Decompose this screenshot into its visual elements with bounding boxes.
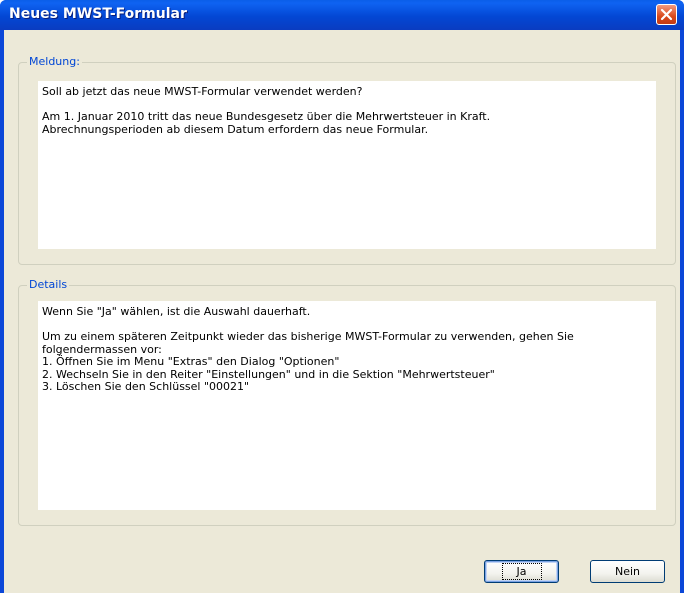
- details-group-legend: Details: [27, 278, 70, 292]
- dialog-client-area: Meldung: Soll ab jetzt das neue MWST-For…: [4, 30, 680, 593]
- close-icon: [660, 8, 673, 21]
- dialog-window: Neues MWST-Formular Meldung: Soll ab jet…: [0, 0, 684, 593]
- message-line: Abrechnungsperioden ab diesem Datum erfo…: [42, 122, 429, 136]
- window-title: Neues MWST-Formular: [9, 6, 187, 22]
- details-line: Um zu einem späteren Zeitpunkt wieder da…: [42, 330, 574, 343]
- close-button[interactable]: [656, 4, 677, 25]
- details-text[interactable]: Wenn Sie "Ja" wählen, ist die Auswahl da…: [38, 301, 656, 510]
- message-text[interactable]: Soll ab jetzt das neue MWST-Formular ver…: [38, 81, 656, 249]
- no-button[interactable]: Nein: [590, 560, 665, 583]
- details-group: Details Wenn Sie "Ja" wählen, ist die Au…: [18, 278, 676, 526]
- message-group: Meldung: Soll ab jetzt das neue MWST-For…: [18, 55, 676, 265]
- message-group-legend: Meldung:: [27, 55, 82, 69]
- details-line: 1. Öffnen Sie im Menu "Extras" den Dialo…: [42, 355, 340, 368]
- details-line: 3. Löschen Sie den Schlüssel "00021": [42, 380, 250, 393]
- details-line: Wenn Sie "Ja" wählen, ist die Auswahl da…: [42, 305, 311, 318]
- yes-button[interactable]: Ja: [484, 560, 559, 583]
- yes-button-label: Ja: [501, 563, 542, 580]
- title-bar[interactable]: Neues MWST-Formular: [0, 0, 684, 30]
- message-line: Am 1. Januar 2010 tritt das neue Bundesg…: [42, 110, 491, 123]
- no-button-label: Nein: [614, 565, 641, 578]
- message-line: Soll ab jetzt das neue MWST-Formular ver…: [42, 85, 363, 98]
